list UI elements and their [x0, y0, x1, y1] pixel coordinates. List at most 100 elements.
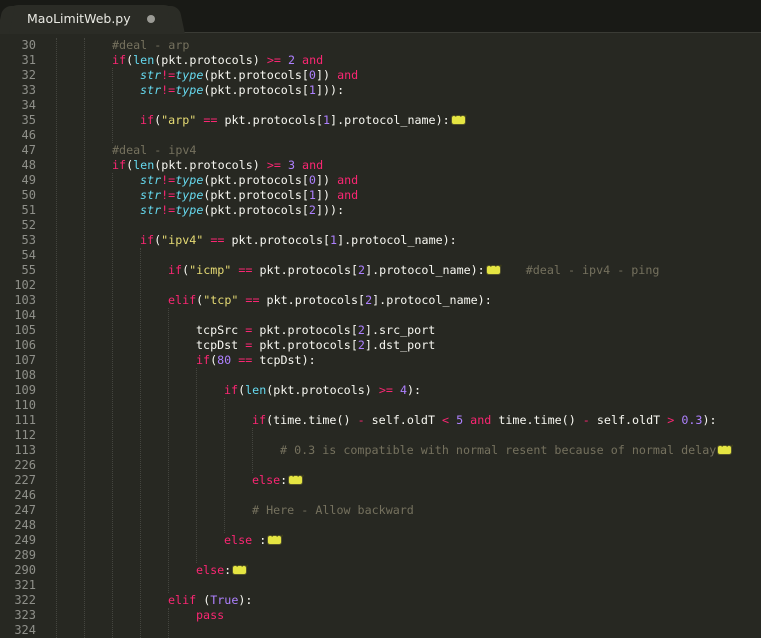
code-line[interactable]: tcpSrc = pkt.protocols[2].src_port	[196, 323, 435, 338]
code-line[interactable]: #deal - ipv4	[112, 143, 196, 158]
line-number: 321	[14, 578, 36, 592]
code-token: str	[140, 173, 162, 187]
code-token: pkt.protocols[	[252, 323, 358, 337]
code-token: ].dst_port	[364, 338, 436, 352]
code-line[interactable]: str!=type(pkt.protocols[1]) and	[140, 188, 358, 203]
code-token: str	[140, 203, 162, 217]
code-token: ].protocol_name):	[372, 293, 492, 307]
code-token: pkt.protocols[	[259, 293, 366, 307]
code-line[interactable]: tcpDst = pkt.protocols[2].dst_port	[196, 338, 435, 353]
indent-guide	[56, 38, 57, 638]
code-token: !=	[161, 188, 176, 202]
code-line[interactable]: # Here - Allow backward	[252, 503, 414, 518]
line-number: 107	[14, 353, 36, 367]
code-token: 4	[392, 383, 407, 397]
folded-code-marker-icon[interactable]	[486, 259, 503, 274]
folded-code-marker-icon[interactable]	[451, 109, 468, 124]
line-number: 35	[21, 113, 36, 127]
code-token: ==	[231, 263, 253, 277]
code-token: if	[140, 113, 155, 127]
code-token: (time.time()	[266, 413, 358, 427]
line-number: 47	[21, 143, 36, 157]
code-editor[interactable]: 30 31 32 33 34 35 46 47 48 49 50 51 52 53 54 55 102 103 10…	[0, 37, 761, 638]
code-line[interactable]: else:	[252, 469, 305, 488]
line-number: 249	[14, 533, 36, 547]
code-token: 0	[308, 68, 316, 82]
code-token: pkt.protocols[	[252, 263, 359, 277]
code-token: -	[357, 413, 365, 427]
code-line[interactable]: else :	[224, 529, 284, 548]
line-number: 110	[14, 398, 36, 412]
tab-title: MaoLimitWeb.py	[27, 11, 131, 26]
code-token: 1	[308, 83, 316, 97]
line-number: 113	[14, 443, 36, 457]
tab-maolimitweb[interactable]: MaoLimitWeb.py	[8, 5, 174, 34]
line-number: 32	[21, 68, 36, 82]
code-token: pkt.protocols[	[224, 233, 331, 247]
line-number: 289	[14, 548, 36, 562]
code-line[interactable]: pass	[196, 608, 224, 623]
code-token: ==	[238, 293, 260, 307]
code-token: type	[175, 188, 204, 202]
code-token: 2	[357, 338, 365, 352]
code-token: "ipv4"	[161, 233, 204, 247]
code-token: tcpDst	[196, 338, 246, 352]
code-token: ].protocol_name):	[330, 113, 450, 127]
line-number: 322	[14, 593, 36, 607]
code-line[interactable]: if(len(pkt.protocols) >= 2 and	[112, 53, 323, 68]
code-line[interactable]: else:	[196, 559, 249, 578]
code-line[interactable]: if(time.time() - self.oldT < 5 and time.…	[252, 413, 717, 428]
unsaved-dot-icon[interactable]	[147, 15, 155, 23]
code-token: and	[337, 188, 359, 202]
code-token: :	[224, 563, 232, 577]
code-token: pkt.protocols[	[252, 338, 358, 352]
indent-guide	[112, 68, 113, 143]
code-token: str	[140, 83, 162, 97]
code-token: ==	[196, 113, 218, 127]
code-token: ].protocol_name):	[337, 233, 457, 247]
folded-code-marker-icon[interactable]	[233, 559, 249, 574]
code-token: "icmp"	[189, 263, 232, 277]
code-token: ].src_port	[364, 323, 436, 337]
code-line[interactable]: if("ipv4" == pkt.protocols[1].protocol_n…	[140, 233, 457, 248]
line-number: 54	[21, 248, 36, 262]
code-token: if	[196, 353, 211, 367]
code-line[interactable]: elif (True):	[168, 593, 252, 608]
code-token: (pkt.protocols[	[203, 203, 309, 217]
trailing-comment: #deal - ipv4 - ping	[525, 263, 660, 277]
code-line[interactable]: if(80 == tcpDst):	[196, 353, 316, 368]
code-token: (pkt.protocols[	[203, 188, 309, 202]
code-line[interactable]: elif("tcp" == pkt.protocols[2].protocol_…	[168, 293, 492, 308]
line-number: 33	[21, 83, 36, 97]
code-token: else	[196, 563, 225, 577]
code-token: 1	[308, 188, 316, 202]
line-number: 55	[21, 263, 36, 277]
code-token: >=	[266, 158, 281, 172]
code-token: 3	[280, 158, 295, 172]
code-token: "tcp"	[203, 293, 239, 307]
code-line[interactable]: str!=type(pkt.protocols[0]) and	[140, 68, 358, 83]
code-line[interactable]: if(len(pkt.protocols) >= 4):	[224, 383, 421, 398]
folded-code-marker-icon[interactable]	[268, 529, 284, 544]
code-line[interactable]: str!=type(pkt.protocols[1])):	[140, 83, 344, 98]
folded-code-marker-icon[interactable]	[718, 439, 734, 454]
code-line[interactable]: if("arp" == pkt.protocols[1].protocol_na…	[140, 109, 468, 128]
code-line[interactable]: if("icmp" == pkt.protocols[2].protocol_n…	[168, 259, 660, 278]
indent-guide	[168, 608, 169, 638]
code-token: 2	[308, 203, 316, 217]
code-token: ):	[238, 593, 253, 607]
code-token: 1	[323, 113, 331, 127]
code-token: if	[112, 158, 127, 172]
code-token: str	[140, 188, 162, 202]
code-line[interactable]: if(len(pkt.protocols) >= 3 and	[112, 158, 323, 173]
code-token: if	[252, 413, 267, 427]
code-line[interactable]: #deal - arp	[112, 38, 189, 53]
code-line[interactable]: str!=type(pkt.protocols[2])):	[140, 203, 344, 218]
code-line[interactable]: # 0.3 is compatible with normal resent b…	[280, 439, 734, 458]
code-token: !=	[161, 173, 176, 187]
indent-guide	[84, 38, 85, 638]
folded-code-marker-icon[interactable]	[289, 469, 305, 484]
line-number: 103	[14, 293, 36, 307]
code-line[interactable]: str!=type(pkt.protocols[0]) and	[140, 173, 358, 188]
code-token: if	[112, 53, 127, 67]
